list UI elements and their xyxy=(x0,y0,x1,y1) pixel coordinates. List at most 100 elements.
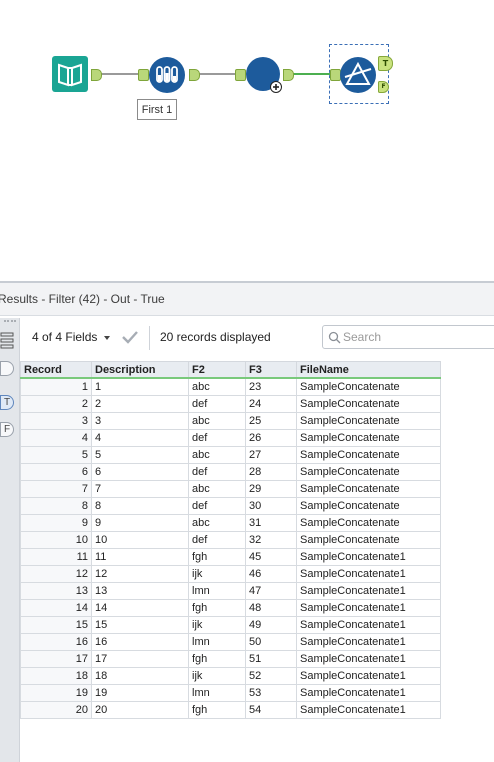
f2-cell[interactable]: fgh xyxy=(188,649,246,668)
f2-cell[interactable]: def xyxy=(188,496,246,515)
filename-cell[interactable]: SampleConcatenate1 xyxy=(296,683,441,702)
filename-cell[interactable]: SampleConcatenate1 xyxy=(296,564,441,583)
description-cell[interactable]: 6 xyxy=(91,462,189,481)
record-cell[interactable]: 19 xyxy=(20,683,92,702)
list-view-icon[interactable] xyxy=(0,332,14,350)
f3-cell[interactable]: 52 xyxy=(245,666,297,685)
column-header-record[interactable]: Record xyxy=(20,361,92,379)
record-cell[interactable]: 7 xyxy=(20,479,92,498)
input-anchor-selector[interactable] xyxy=(0,361,14,376)
description-cell[interactable]: 12 xyxy=(91,564,189,583)
table-row[interactable]: 12 12 ijk 46 SampleConcatenate1 xyxy=(20,564,441,583)
f3-cell[interactable]: 45 xyxy=(245,547,297,566)
description-cell[interactable]: 10 xyxy=(91,530,189,549)
record-cell[interactable]: 6 xyxy=(20,462,92,481)
true-anchor-selector[interactable]: T xyxy=(0,395,14,410)
f3-cell[interactable]: 50 xyxy=(245,632,297,651)
table-row[interactable]: 9 9 abc 31 SampleConcatenate xyxy=(20,513,441,532)
column-header-filename[interactable]: FileName xyxy=(296,361,441,379)
f3-cell[interactable]: 23 xyxy=(245,377,297,396)
table-row[interactable]: 14 14 fgh 48 SampleConcatenate1 xyxy=(20,598,441,617)
f3-cell[interactable]: 26 xyxy=(245,428,297,447)
f3-cell[interactable]: 51 xyxy=(245,649,297,668)
description-cell[interactable]: 16 xyxy=(91,632,189,651)
formula-tool[interactable] xyxy=(245,56,283,94)
sample-tool[interactable] xyxy=(148,56,186,94)
f3-cell[interactable]: 46 xyxy=(245,564,297,583)
description-cell[interactable]: 11 xyxy=(91,547,189,566)
record-cell[interactable]: 13 xyxy=(20,581,92,600)
record-cell[interactable]: 10 xyxy=(20,530,92,549)
record-cell[interactable]: 15 xyxy=(20,615,92,634)
f2-cell[interactable]: abc xyxy=(188,411,246,430)
table-row[interactable]: 11 11 fgh 45 SampleConcatenate1 xyxy=(20,547,441,566)
sample-tool-output-anchor[interactable] xyxy=(189,69,200,81)
record-cell[interactable]: 1 xyxy=(20,377,92,396)
description-cell[interactable]: 8 xyxy=(91,496,189,515)
filename-cell[interactable]: SampleConcatenate xyxy=(296,530,441,549)
table-row[interactable]: 5 5 abc 27 SampleConcatenate xyxy=(20,445,441,464)
filename-cell[interactable]: SampleConcatenate1 xyxy=(296,581,441,600)
f2-cell[interactable]: ijk xyxy=(188,615,246,634)
formula-tool-output-anchor[interactable] xyxy=(283,69,294,81)
f2-cell[interactable]: fgh xyxy=(188,700,246,719)
record-cell[interactable]: 16 xyxy=(20,632,92,651)
filename-cell[interactable]: SampleConcatenate xyxy=(296,496,441,515)
filename-cell[interactable]: SampleConcatenate1 xyxy=(296,598,441,617)
record-cell[interactable]: 17 xyxy=(20,649,92,668)
f2-cell[interactable]: abc xyxy=(188,479,246,498)
f2-cell[interactable]: abc xyxy=(188,445,246,464)
table-row[interactable]: 20 20 fgh 54 SampleConcatenate1 xyxy=(20,700,441,719)
rail-grip[interactable] xyxy=(4,320,16,324)
workflow-canvas[interactable]: First 1 T F xyxy=(0,0,494,280)
filter-true-anchor[interactable]: T xyxy=(378,56,393,71)
description-cell[interactable]: 13 xyxy=(91,581,189,600)
fields-dropdown[interactable]: 4 of 4 Fields xyxy=(32,330,97,344)
description-cell[interactable]: 19 xyxy=(91,683,189,702)
f2-cell[interactable]: fgh xyxy=(188,547,246,566)
filename-cell[interactable]: SampleConcatenate1 xyxy=(296,666,441,685)
filename-cell[interactable]: SampleConcatenate xyxy=(296,445,441,464)
table-row[interactable]: 15 15 ijk 49 SampleConcatenate1 xyxy=(20,615,441,634)
record-cell[interactable]: 8 xyxy=(20,496,92,515)
description-cell[interactable]: 3 xyxy=(91,411,189,430)
record-cell[interactable]: 3 xyxy=(20,411,92,430)
f3-cell[interactable]: 48 xyxy=(245,598,297,617)
table-row[interactable]: 19 19 lmn 53 SampleConcatenate1 xyxy=(20,683,441,702)
record-cell[interactable]: 11 xyxy=(20,547,92,566)
input-tool-output-anchor[interactable] xyxy=(91,69,102,81)
record-cell[interactable]: 20 xyxy=(20,700,92,719)
column-header-f2[interactable]: F2 xyxy=(188,361,246,379)
record-cell[interactable]: 2 xyxy=(20,394,92,413)
f3-cell[interactable]: 29 xyxy=(245,479,297,498)
f2-cell[interactable]: def xyxy=(188,428,246,447)
description-cell[interactable]: 9 xyxy=(91,513,189,532)
f3-cell[interactable]: 32 xyxy=(245,530,297,549)
f3-cell[interactable]: 31 xyxy=(245,513,297,532)
f2-cell[interactable]: ijk xyxy=(188,666,246,685)
f3-cell[interactable]: 27 xyxy=(245,445,297,464)
search-box[interactable] xyxy=(322,325,494,349)
filename-cell[interactable]: SampleConcatenate xyxy=(296,513,441,532)
f2-cell[interactable]: lmn xyxy=(188,632,246,651)
description-cell[interactable]: 1 xyxy=(91,377,189,396)
checkmark-icon[interactable] xyxy=(120,329,140,345)
table-row[interactable]: 13 13 lmn 47 SampleConcatenate1 xyxy=(20,581,441,600)
record-cell[interactable]: 14 xyxy=(20,598,92,617)
f3-cell[interactable]: 49 xyxy=(245,615,297,634)
f2-cell[interactable]: def xyxy=(188,394,246,413)
record-cell[interactable]: 18 xyxy=(20,666,92,685)
filter-tool[interactable] xyxy=(339,56,377,94)
f2-cell[interactable]: def xyxy=(188,462,246,481)
record-cell[interactable]: 9 xyxy=(20,513,92,532)
f3-cell[interactable]: 30 xyxy=(245,496,297,515)
false-anchor-selector[interactable]: F xyxy=(0,422,14,437)
filename-cell[interactable]: SampleConcatenate1 xyxy=(296,649,441,668)
table-row[interactable]: 3 3 abc 25 SampleConcatenate xyxy=(20,411,441,430)
description-cell[interactable]: 4 xyxy=(91,428,189,447)
table-row[interactable]: 7 7 abc 29 SampleConcatenate xyxy=(20,479,441,498)
f3-cell[interactable]: 54 xyxy=(245,700,297,719)
f3-cell[interactable]: 53 xyxy=(245,683,297,702)
table-row[interactable]: 4 4 def 26 SampleConcatenate xyxy=(20,428,441,447)
filename-cell[interactable]: SampleConcatenate xyxy=(296,479,441,498)
